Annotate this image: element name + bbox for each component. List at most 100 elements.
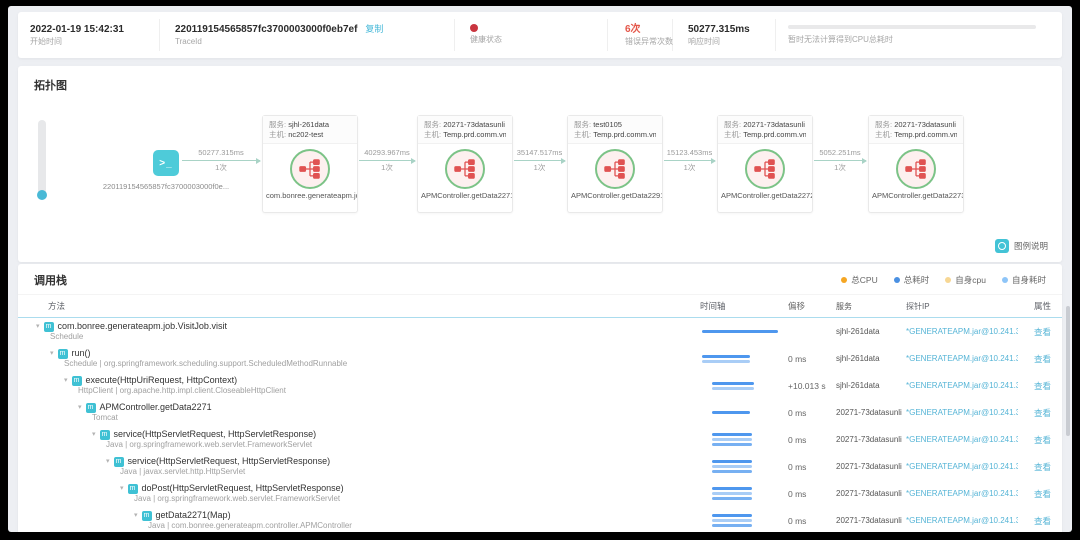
cluster-icon bbox=[754, 158, 776, 180]
view-link[interactable]: 查看 bbox=[1034, 489, 1051, 499]
start-time-value: 2022-01-19 15:42:31 bbox=[30, 23, 159, 36]
offset-cell: +10.013 s bbox=[788, 381, 836, 391]
method-icon: m bbox=[142, 511, 152, 521]
offset-cell: 0 ms bbox=[788, 408, 836, 418]
method-name: getData2271(Map) bbox=[156, 510, 231, 521]
edge-count-label: 1次 bbox=[359, 163, 415, 172]
probe-ip-link[interactable]: *GENERATEAPM.jar@10.241.3.202 bbox=[906, 381, 1018, 390]
legend-item[interactable]: 自身cpu bbox=[945, 274, 986, 286]
chevron-down-icon[interactable]: ▾ bbox=[120, 485, 124, 493]
probe-ip-link[interactable]: *GENERATEAPM.jar@10.241.3.204 bbox=[906, 408, 1018, 417]
cluster-icon bbox=[604, 158, 626, 180]
trace-id-section: 220119154565857fc3700003000f0eb7ef复制 Tra… bbox=[160, 19, 455, 51]
node-header: 服务: 20271-73datasunli主机: Temp.prd.comm.v… bbox=[418, 116, 512, 144]
topology-node[interactable]: 服务: 20271-73datasunli主机: Temp.prd.comm.v… bbox=[717, 115, 813, 213]
probe-ip-link[interactable]: *GENERATEAPM.jar@10.241.3.204 bbox=[906, 462, 1018, 471]
view-link[interactable]: 查看 bbox=[1034, 408, 1051, 418]
chevron-down-icon[interactable]: ▾ bbox=[106, 458, 110, 466]
callstack-title: 调用栈 bbox=[34, 272, 67, 288]
probe-ip-link[interactable]: *GENERATEAPM.jar@10.241.3.204 bbox=[906, 516, 1018, 525]
table-row[interactable]: ▾mgetData2271(Map)Java | com.bonree.gene… bbox=[18, 507, 1062, 532]
chevron-down-icon[interactable]: ▾ bbox=[78, 404, 82, 412]
method-name: doPost(HttpServletRequest, HttpServletRe… bbox=[142, 483, 344, 494]
legend-item-label: 自身cpu bbox=[955, 274, 986, 286]
chevron-down-icon[interactable]: ▾ bbox=[64, 377, 68, 385]
edge-arrow bbox=[514, 160, 565, 161]
node-method-label: APMController.getData2291 bbox=[568, 191, 662, 200]
probe-ip-link[interactable]: *GENERATEAPM.jar@10.241.3.204 bbox=[906, 489, 1018, 498]
column-method: 方法 bbox=[18, 300, 700, 312]
method-icon: m bbox=[100, 430, 110, 440]
method-cell: ▾mAPMController.getData2271Tomcat bbox=[18, 402, 700, 423]
topology-panel: 拓扑图 >_ 220119154565857fc3700003000f0e...… bbox=[18, 66, 1062, 262]
node-host: 主机: Temp.prd.comm.vm.by.idc.b... bbox=[424, 130, 506, 140]
view-link[interactable]: 查看 bbox=[1034, 462, 1051, 472]
cpu-total-section: 暂时无法计算得到CPU总耗时 bbox=[776, 19, 1062, 51]
view-link[interactable]: 查看 bbox=[1034, 354, 1051, 364]
column-service: 服务 bbox=[836, 301, 906, 312]
probe-ip-link[interactable]: *GENERATEAPM.jar@10.241.3.202 bbox=[906, 354, 1018, 363]
chevron-down-icon[interactable]: ▾ bbox=[92, 431, 96, 439]
view-link[interactable]: 查看 bbox=[1034, 381, 1051, 391]
topology-node[interactable]: 服务: sjhl-261data主机: nc202-testcom.bonree… bbox=[262, 115, 358, 213]
edge-time-label: 5052.251ms bbox=[814, 148, 866, 158]
service-node-icon bbox=[745, 149, 785, 189]
health-status-icon bbox=[470, 24, 478, 32]
topology-node[interactable]: 服务: test0105主机: Temp.prd.comm.vm.by.idc.… bbox=[567, 115, 663, 213]
service-node-icon bbox=[290, 149, 330, 189]
cluster-icon bbox=[905, 158, 927, 180]
legend-item[interactable]: 自身耗时 bbox=[1002, 274, 1046, 286]
legend-item[interactable]: 总CPU bbox=[841, 274, 877, 286]
vertical-scrollbar[interactable] bbox=[1066, 306, 1070, 436]
table-row[interactable]: ▾mAPMController.getData2271Tomcat 0 ms202… bbox=[18, 399, 1062, 426]
service-node-icon bbox=[595, 149, 635, 189]
timeline-cell bbox=[700, 382, 788, 390]
timeline-bars bbox=[702, 355, 750, 363]
copy-trace-id-button[interactable]: 复制 bbox=[365, 24, 383, 34]
table-row[interactable]: ▾mcom.bonree.generateapm.job.VisitJob.vi… bbox=[18, 318, 1062, 345]
method-name: service(HttpServletRequest, HttpServletR… bbox=[114, 429, 317, 440]
trace-id-label: TraceId bbox=[175, 36, 454, 48]
method-cell: ▾mrun()Schedule | org.springframework.sc… bbox=[18, 348, 700, 369]
response-time-section: 50277.315ms 响应时间 bbox=[673, 19, 776, 51]
method-subtitle: Schedule bbox=[36, 332, 700, 342]
error-count-label: 错误异常次数 bbox=[625, 36, 672, 48]
chevron-down-icon[interactable]: ▾ bbox=[36, 323, 40, 331]
error-count-value: 6次 bbox=[625, 23, 672, 36]
response-time-label: 响应时间 bbox=[688, 36, 775, 48]
service-cell: sjhl-261data bbox=[836, 327, 906, 336]
table-row[interactable]: ▾ m service(HttpServletRequest, HttpServle… bbox=[18, 426, 1062, 453]
chevron-down-icon[interactable]: ▾ bbox=[50, 350, 54, 358]
timeline-cell bbox=[700, 411, 788, 414]
topology-node[interactable]: 服务: 20271-73datasunli主机: Temp.prd.comm.v… bbox=[417, 115, 513, 213]
table-row[interactable]: ▾mservice(HttpServletRequest, HttpServle… bbox=[18, 453, 1062, 480]
service-cell: 20271-73datasunli bbox=[836, 408, 906, 417]
table-row[interactable]: ▾mdoPost(HttpServletRequest, HttpServlet… bbox=[18, 480, 1062, 507]
service-cell: sjhl-261data bbox=[836, 354, 906, 363]
method-name: execute(HttpUriRequest, HttpContext) bbox=[86, 375, 238, 386]
method-subtitle: HttpClient | org.apache.http.impl.client… bbox=[64, 386, 700, 396]
zoom-slider-handle[interactable] bbox=[37, 190, 47, 200]
topology-node[interactable]: 服务: 20271-73datasunli主机: Temp.prd.comm.v… bbox=[868, 115, 964, 213]
cluster-icon bbox=[454, 158, 476, 180]
offset-cell: 0 ms bbox=[788, 489, 836, 499]
view-link[interactable]: 查看 bbox=[1034, 516, 1051, 526]
chevron-down-icon[interactable]: ▾ bbox=[134, 512, 138, 520]
callstack-column-headers: 方法 时间轴 偏移 服务 探针IP 属性 bbox=[18, 294, 1062, 318]
view-link[interactable]: 查看 bbox=[1034, 435, 1051, 445]
probe-ip-link[interactable]: *GENERATEAPM.jar@10.241.3.202 bbox=[906, 327, 1018, 336]
legend-item[interactable]: 总耗时 bbox=[894, 274, 930, 286]
table-row[interactable]: ▾mrun()Schedule | org.springframework.sc… bbox=[18, 345, 1062, 372]
callstack-legend: 总CPU 总耗时 自身cpu 自身耗时 bbox=[841, 274, 1046, 286]
view-link[interactable]: 查看 bbox=[1034, 327, 1051, 337]
probe-ip-link[interactable]: *GENERATEAPM.jar@10.241.3.204 bbox=[906, 435, 1018, 444]
column-attribute: 属性 bbox=[1018, 300, 1062, 312]
node-header: 服务: sjhl-261data主机: nc202-test bbox=[263, 116, 357, 144]
method-subtitle: Java | org.springframework.web.servlet.F… bbox=[120, 494, 700, 504]
zoom-slider[interactable] bbox=[38, 120, 46, 196]
table-row[interactable]: ▾mexecute(HttpUriRequest, HttpContext)Ht… bbox=[18, 372, 1062, 399]
offset-cell: 0 ms bbox=[788, 462, 836, 472]
legend-button[interactable]: 图例说明 bbox=[995, 239, 1048, 253]
method-subtitle: Tomcat bbox=[78, 413, 700, 423]
legend-icon bbox=[995, 239, 1009, 253]
